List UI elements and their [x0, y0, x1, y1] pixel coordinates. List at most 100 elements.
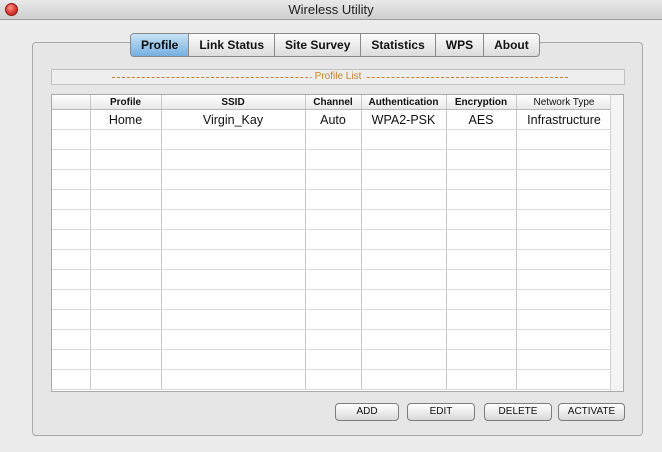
empty-cell: [446, 369, 517, 390]
empty-cell: [52, 309, 91, 330]
empty-cell: [90, 169, 162, 190]
action-buttons: ADD EDIT DELETE ACTIVATE: [0, 403, 662, 423]
empty-cell: [305, 189, 362, 210]
empty-cell: [305, 249, 362, 270]
empty-cell: [90, 369, 162, 390]
cell-channel: Auto: [305, 109, 362, 130]
empty-cell: [90, 209, 162, 230]
right-dashed-rule: [342, 77, 568, 78]
empty-table-row: [52, 329, 613, 350]
empty-cell: [516, 169, 613, 190]
cell-authentication: WPA2-PSK: [361, 109, 447, 130]
empty-table-row: [52, 149, 613, 170]
empty-cell: [90, 289, 162, 310]
empty-table-row: [52, 249, 613, 270]
profile-list-title: Profile List: [311, 70, 365, 84]
empty-cell: [446, 229, 517, 250]
empty-cell: [446, 349, 517, 370]
empty-cell: [361, 349, 447, 370]
empty-cell: [90, 129, 162, 150]
empty-cell: [361, 289, 447, 310]
empty-cell: [161, 149, 306, 170]
empty-table-row: [52, 209, 613, 230]
empty-cell: [361, 149, 447, 170]
empty-cell: [516, 289, 613, 310]
empty-table-row: [52, 309, 613, 330]
title-bar: Wireless Utility: [0, 0, 662, 20]
delete-button[interactable]: DELETE: [484, 403, 552, 421]
tab-about[interactable]: About: [483, 34, 539, 56]
cell-encryption: AES: [446, 109, 517, 130]
empty-cell: [161, 169, 306, 190]
empty-cell: [305, 309, 362, 330]
left-dashed-rule: [112, 77, 338, 78]
tab-statistics[interactable]: Statistics: [360, 34, 434, 56]
empty-cell: [516, 229, 613, 250]
edit-button[interactable]: EDIT: [407, 403, 475, 421]
activate-button[interactable]: ACTIVATE: [558, 403, 625, 421]
empty-cell: [52, 169, 91, 190]
cell-ssid: Virgin_Kay: [161, 109, 306, 130]
column-header-select: [52, 95, 91, 110]
empty-cell: [516, 149, 613, 170]
empty-cell: [305, 289, 362, 310]
table-row[interactable]: Home Virgin_Kay Auto WPA2-PSK AES Infras…: [52, 109, 613, 130]
empty-cell: [90, 329, 162, 350]
empty-cell: [52, 129, 91, 150]
empty-cell: [90, 229, 162, 250]
empty-table-row: [52, 129, 613, 150]
table-header-row: Profile SSID Channel Authentication Encr…: [52, 95, 613, 110]
empty-cell: [361, 329, 447, 350]
tab-profile[interactable]: Profile: [131, 34, 189, 56]
empty-cell: [361, 269, 447, 290]
empty-cell: [516, 209, 613, 230]
empty-cell: [305, 129, 362, 150]
empty-table-row: [52, 189, 613, 210]
empty-cell: [52, 209, 91, 230]
column-header-channel[interactable]: Channel: [305, 95, 362, 110]
empty-cell: [516, 269, 613, 290]
empty-table-row: [52, 289, 613, 310]
vertical-scrollbar[interactable]: [610, 95, 623, 391]
column-header-profile[interactable]: Profile: [90, 95, 162, 110]
empty-cell: [305, 349, 362, 370]
empty-cell: [52, 329, 91, 350]
empty-cell: [305, 169, 362, 190]
tab-wps[interactable]: WPS: [434, 34, 483, 56]
empty-cell: [161, 369, 306, 390]
empty-cell: [161, 349, 306, 370]
empty-table-row: [52, 229, 613, 250]
empty-cell: [90, 269, 162, 290]
empty-cell: [516, 189, 613, 210]
profile-table-container: Profile SSID Channel Authentication Encr…: [51, 94, 624, 392]
empty-cell: [52, 269, 91, 290]
empty-cell: [446, 169, 517, 190]
empty-cell: [161, 189, 306, 210]
empty-cell: [90, 309, 162, 330]
column-header-network-type[interactable]: Network Type: [516, 95, 613, 110]
empty-cell: [161, 329, 306, 350]
empty-cell: [516, 129, 613, 150]
column-header-ssid[interactable]: SSID: [161, 95, 306, 110]
empty-cell: [361, 209, 447, 230]
empty-cell: [446, 209, 517, 230]
column-header-authentication[interactable]: Authentication: [361, 95, 447, 110]
add-button[interactable]: ADD: [335, 403, 399, 421]
empty-cell: [305, 149, 362, 170]
profile-list-header: Profile List: [51, 69, 625, 85]
empty-cell: [305, 329, 362, 350]
column-header-encryption[interactable]: Encryption: [446, 95, 517, 110]
empty-cell: [52, 289, 91, 310]
empty-cell: [446, 309, 517, 330]
empty-cell: [52, 349, 91, 370]
empty-cell: [516, 309, 613, 330]
tab-link-status[interactable]: Link Status: [188, 34, 274, 56]
empty-cell: [446, 269, 517, 290]
empty-cell: [361, 249, 447, 270]
empty-cell: [52, 149, 91, 170]
empty-cell: [90, 149, 162, 170]
empty-cell: [52, 189, 91, 210]
empty-cell: [446, 329, 517, 350]
empty-table-row: [52, 349, 613, 370]
tab-site-survey[interactable]: Site Survey: [274, 34, 360, 56]
